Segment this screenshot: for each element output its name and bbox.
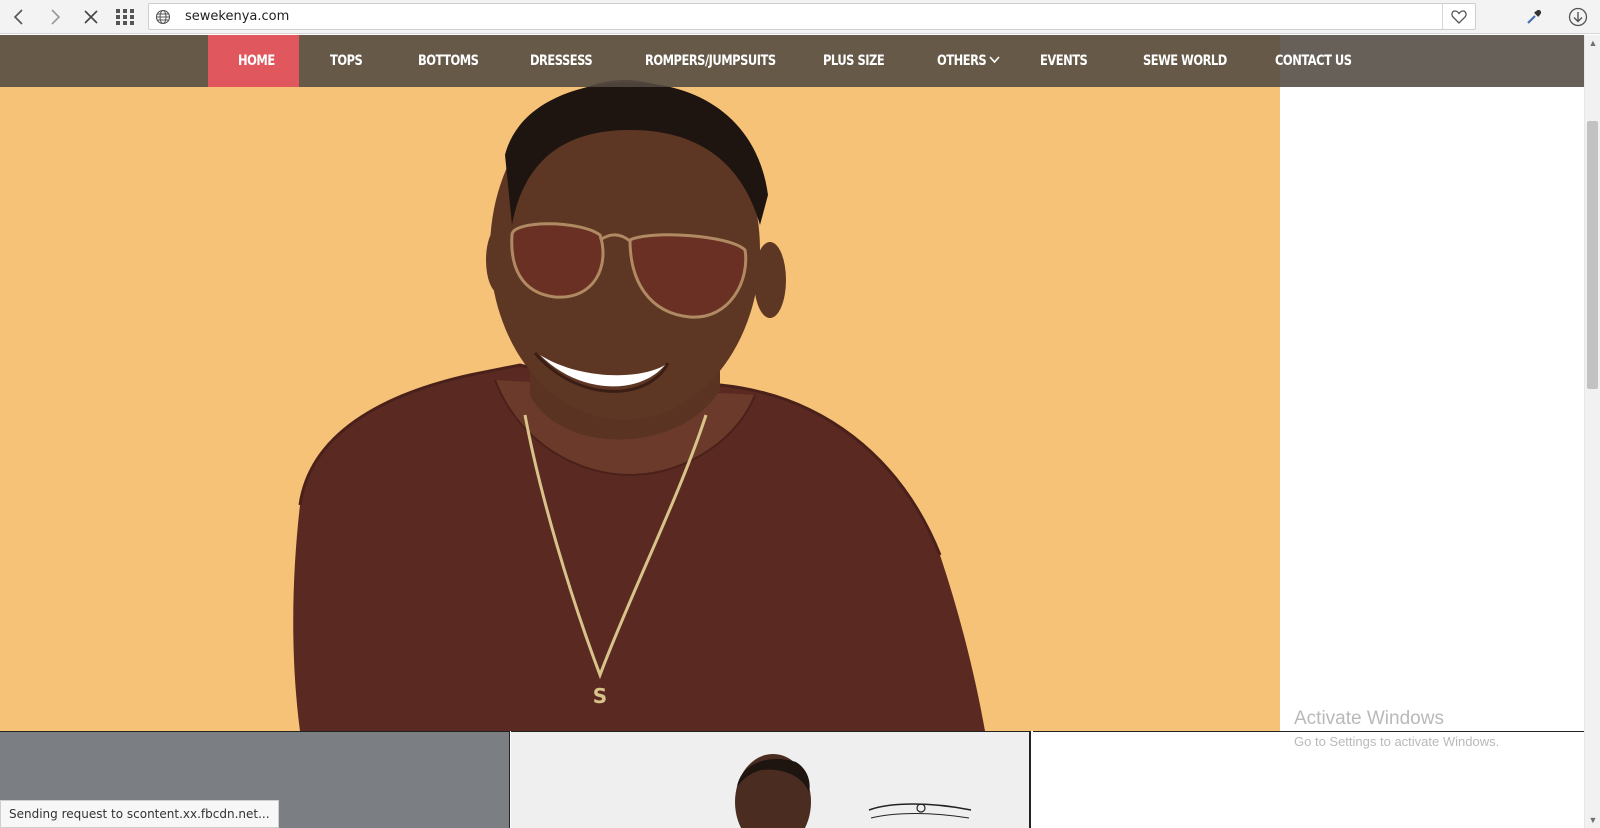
scrollbar-thumb[interactable] <box>1587 121 1598 389</box>
feature-panel-center[interactable] <box>511 731 1031 828</box>
nav-contact-us[interactable]: CONTACT US <box>1275 35 1352 87</box>
globe-icon <box>155 9 171 25</box>
stop-loading-icon <box>84 10 98 24</box>
scroll-down-icon[interactable]: ▼ <box>1588 815 1598 825</box>
forward-icon <box>51 9 61 25</box>
feature-photo <box>735 754 972 828</box>
nav-events[interactable]: EVENTS <box>1040 35 1088 87</box>
stop-loading-button[interactable] <box>78 4 104 30</box>
nav-bottoms[interactable]: BOTTOMS <box>418 35 479 87</box>
back-icon <box>13 9 23 25</box>
nav-rompers-jumpsuits[interactable]: ROMPERS/JUMPSUITS <box>645 35 776 87</box>
page-scrollbar[interactable]: ▲ ▼ <box>1584 35 1600 828</box>
nav-dressess[interactable]: DRESSESS <box>530 35 593 87</box>
bookmark-button[interactable] <box>1442 4 1475 29</box>
activate-windows-title: Activate Windows <box>1294 708 1444 729</box>
nav-sewe-world[interactable]: SEWE WORLD <box>1143 35 1227 87</box>
loading-status: Sending request to scontent.xx.fbcdn.net… <box>0 800 279 828</box>
nav-others[interactable]: OTHERS <box>937 35 987 87</box>
nav-tops[interactable]: TOPS <box>330 35 363 87</box>
download-button[interactable] <box>1565 4 1591 30</box>
hero-photo: S <box>293 80 985 731</box>
nav-home[interactable]: HOME <box>238 35 275 87</box>
chevron-down-icon[interactable] <box>989 56 1000 64</box>
pendant-letter: S <box>593 684 607 708</box>
hero-banner: S <box>0 35 1280 731</box>
scroll-up-icon[interactable]: ▲ <box>1588 38 1598 48</box>
activate-windows-subtitle: Go to Settings to activate Windows. <box>1294 734 1500 749</box>
eyedropper-icon <box>1527 9 1542 24</box>
back-button[interactable] <box>6 4 32 30</box>
heart-icon <box>1451 9 1467 24</box>
url-text[interactable]: sewekenya.com <box>185 9 289 24</box>
speed-dial-icon <box>116 9 134 25</box>
speed-dial-button[interactable] <box>112 4 138 30</box>
address-bar[interactable]: sewekenya.com <box>148 3 1476 30</box>
forward-button[interactable] <box>42 4 68 30</box>
download-icon <box>1568 7 1588 27</box>
browser-toolbar: sewekenya.com <box>0 0 1600 34</box>
eyedropper-button[interactable] <box>1521 4 1547 30</box>
site-navigation: HOME TOPS BOTTOMS DRESSESS ROMPERS/JUMPS… <box>0 35 1584 87</box>
nav-plus-size[interactable]: PLUS SIZE <box>823 35 885 87</box>
